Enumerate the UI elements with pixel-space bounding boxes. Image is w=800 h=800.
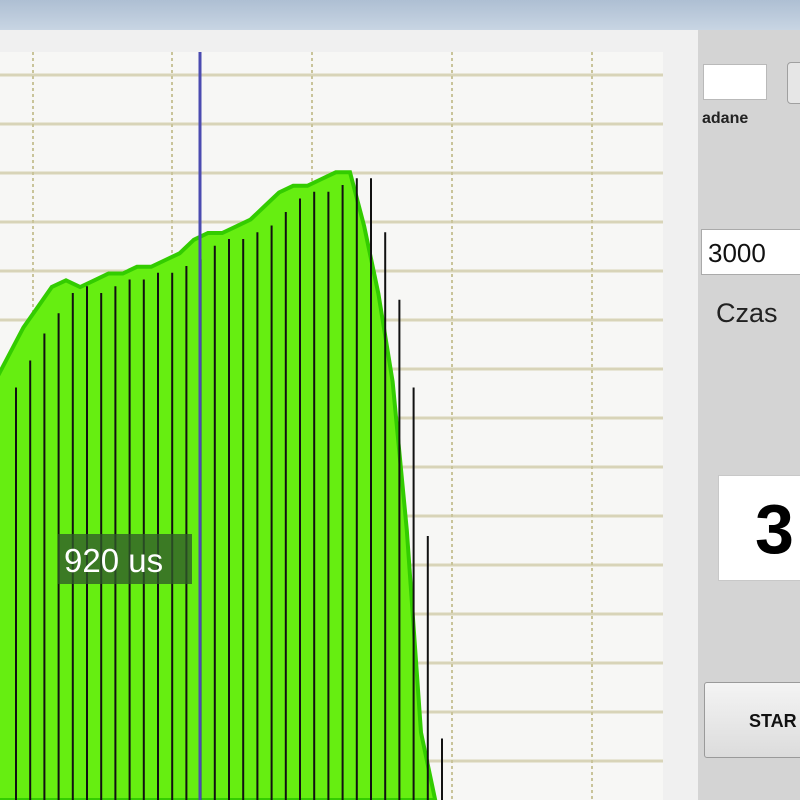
counter-display: 3 bbox=[718, 475, 800, 581]
zadane-label: adane bbox=[702, 110, 749, 127]
cursor-label-box: 920 us bbox=[58, 534, 192, 584]
czas-label: Czas bbox=[716, 298, 778, 328]
start-button[interactable]: STAR bbox=[704, 682, 800, 758]
side-button[interactable] bbox=[787, 62, 800, 104]
zadane-input[interactable] bbox=[703, 64, 767, 100]
chart-area: 920 us bbox=[0, 30, 700, 800]
cursor-label: 920 us bbox=[64, 542, 163, 579]
time-value-input[interactable]: 3000 bbox=[701, 229, 800, 275]
chart-svg: 920 us bbox=[0, 52, 663, 800]
window-title-bar bbox=[0, 0, 800, 30]
